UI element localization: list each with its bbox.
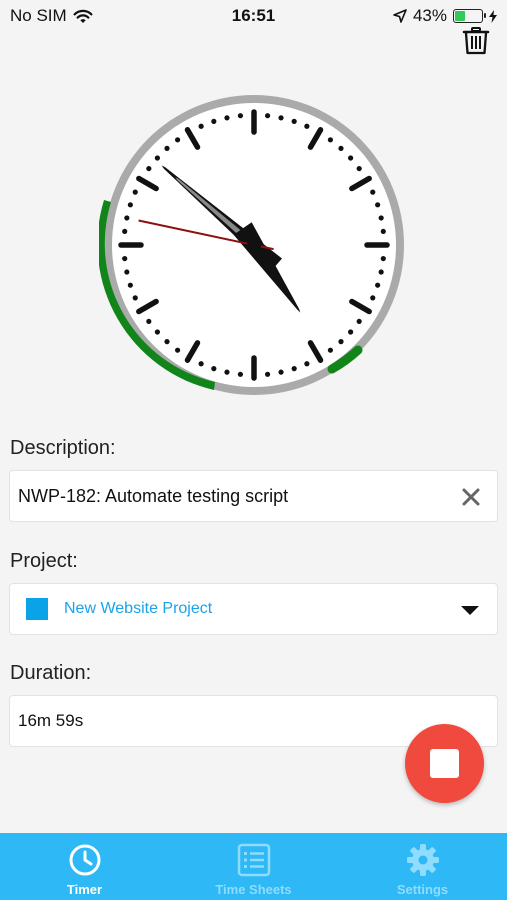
stop-timer-button[interactable] [405,724,484,803]
project-select[interactable]: New Website Project [9,583,498,635]
chevron-down-icon[interactable] [461,606,479,615]
battery-percent: 43% [412,6,447,25]
minute-dot [211,118,217,124]
minute-dot [224,369,230,375]
project-label: Project: [10,550,78,572]
minute-dot [338,145,344,151]
minute-dot [198,361,204,367]
charging-bolt-icon [489,9,497,23]
duration-value[interactable]: 16m 59s [18,711,83,731]
clear-description-button[interactable] [459,485,483,509]
location-arrow-icon [393,9,407,23]
clock-center-pin [247,238,261,252]
minute-dot [327,137,334,143]
minute-dot [122,228,128,235]
minute-dot [375,282,381,288]
minute-dot [356,165,362,172]
close-icon [462,488,480,506]
minute-dot [378,215,384,221]
list-icon [237,843,270,877]
minute-dot [370,295,376,301]
minute-dot [264,371,271,377]
minute-dot [264,113,271,119]
minute-dot [375,202,381,208]
minute-dot [304,361,310,367]
tab-bar: Timer Time Sheets Settings [0,833,507,900]
minute-dot [132,295,138,301]
minute-dot [174,347,181,353]
minute-dot [154,155,160,161]
minute-dot [278,115,284,121]
description-field[interactable]: NWP-182: Automate testing script [9,470,498,522]
gear-icon [406,844,439,876]
tab-time-sheets[interactable]: Time Sheets [169,833,338,900]
minute-dot [378,269,384,275]
minute-dot [370,189,376,195]
project-name: New Website Project [64,600,213,617]
battery-level [455,11,466,21]
minute-dot [164,339,170,345]
duration-label: Duration: [10,662,92,684]
tab-timer-label: Timer [66,882,103,897]
minute-dot [291,366,297,372]
tab-timer[interactable]: Timer [0,833,169,900]
status-right: 43% [393,6,497,26]
minute-dot [124,215,130,221]
minute-dot [327,347,334,353]
minute-dot [146,165,152,172]
minute-dot [291,118,297,124]
minute-dot [164,145,170,151]
delete-button[interactable] [461,27,491,55]
minute-dot [211,366,217,372]
minute-dot [304,123,310,129]
clock-face [99,95,404,395]
minute-dot [348,155,354,161]
tab-settings[interactable]: Settings [338,833,507,900]
stop-icon [430,749,459,778]
minute-dot [237,371,244,377]
minute-dot [356,318,362,325]
description-value[interactable]: NWP-182: Automate testing script [18,486,288,507]
minute-dot [124,269,130,275]
minute-dot [146,318,152,325]
minute-dot [122,255,128,262]
minute-dot [338,339,344,345]
minute-dot [348,329,354,335]
minute-dot [154,329,160,335]
tab-time-sheets-label: Time Sheets [215,882,292,897]
trash-icon [462,27,490,55]
minute-dot [127,202,133,208]
description-label: Description: [10,437,116,459]
minute-dot [127,282,133,288]
tab-settings-label: Settings [396,882,449,897]
minute-dot [380,255,386,262]
minute-dot [380,228,386,235]
minute-dot [174,137,181,143]
minute-dot [237,113,244,119]
status-bar: No SIM 16:51 43% [0,0,507,30]
minute-dot [278,369,284,375]
battery-icon [453,9,486,23]
minute-dot [224,115,230,121]
clock-icon [69,844,100,876]
project-color-swatch [26,598,48,620]
minute-dot [198,123,204,129]
minute-dot [132,189,138,195]
